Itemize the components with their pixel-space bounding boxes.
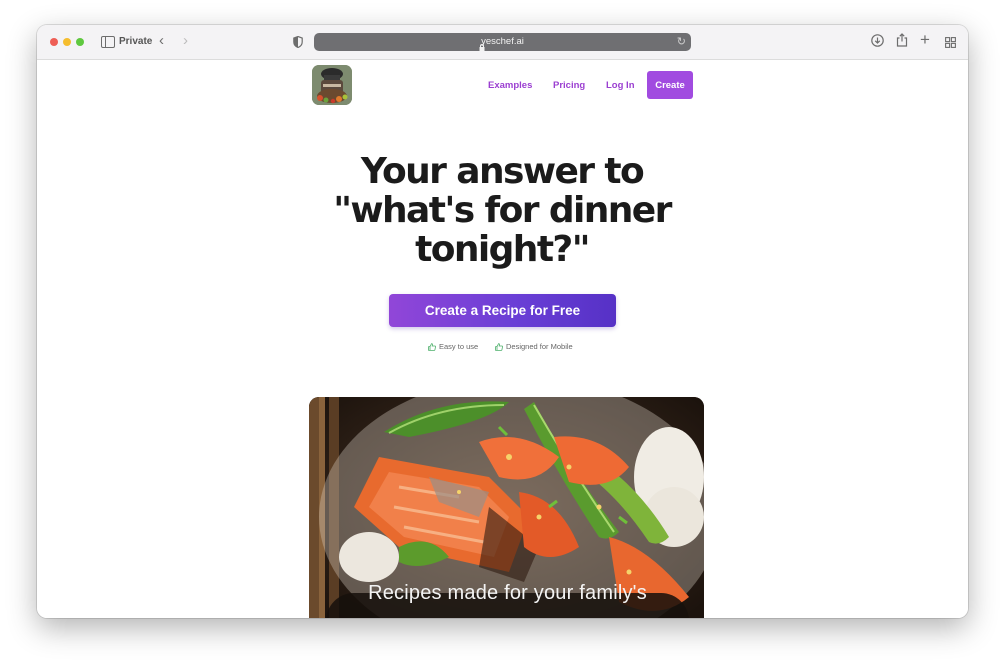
shield-icon[interactable]: [293, 35, 303, 49]
feature-label: Designed for Mobile: [506, 342, 573, 351]
url-text: yeschef.ai: [481, 36, 524, 47]
feature-label: Easy to use: [439, 342, 479, 351]
hero-line: Your answer to: [360, 151, 645, 192]
hero-line: "what's for dinner: [333, 190, 672, 231]
new-tab-icon[interactable]: +: [920, 30, 930, 50]
nav-create-button[interactable]: Create: [647, 71, 693, 99]
feature-easy-to-use: Easy to use: [428, 342, 478, 351]
reload-icon[interactable]: ↻: [677, 35, 686, 48]
hero-line: tonight?": [415, 229, 590, 270]
browser-toolbar: Private ‹ › yeschef.ai ↻ +: [37, 25, 968, 60]
back-button[interactable]: ‹: [159, 32, 164, 49]
minimize-window-button[interactable]: [63, 38, 71, 46]
nav-examples-link[interactable]: Examples: [488, 80, 532, 91]
thumbs-up-icon: [428, 342, 436, 351]
image-caption: Recipes made for your family's: [368, 582, 647, 604]
address-bar[interactable]: yeschef.ai ↻: [314, 33, 691, 51]
page-content: Examples Pricing Log In Create Your answ…: [37, 60, 968, 618]
nav-login-link[interactable]: Log In: [606, 80, 635, 91]
thumbs-up-icon: [495, 342, 503, 351]
private-mode-label: Private: [119, 36, 153, 47]
share-icon[interactable]: [896, 33, 908, 47]
close-window-button[interactable]: [50, 38, 58, 46]
tab-overview-icon[interactable]: [945, 35, 956, 48]
sidebar-icon[interactable]: [101, 36, 115, 48]
feature-designed-for-mobile: Designed for Mobile: [495, 342, 573, 351]
download-icon[interactable]: [871, 34, 884, 47]
site-logo[interactable]: [312, 65, 352, 105]
create-recipe-button[interactable]: Create a Recipe for Free: [389, 294, 616, 327]
zoom-window-button[interactable]: [76, 38, 84, 46]
nav-pricing-link[interactable]: Pricing: [553, 80, 585, 91]
hero-heading: Your answer to "what's for dinner tonigh…: [287, 152, 717, 269]
forward-button[interactable]: ›: [183, 32, 188, 49]
browser-window: Private ‹ › yeschef.ai ↻ + Examples Pric…: [37, 25, 968, 618]
